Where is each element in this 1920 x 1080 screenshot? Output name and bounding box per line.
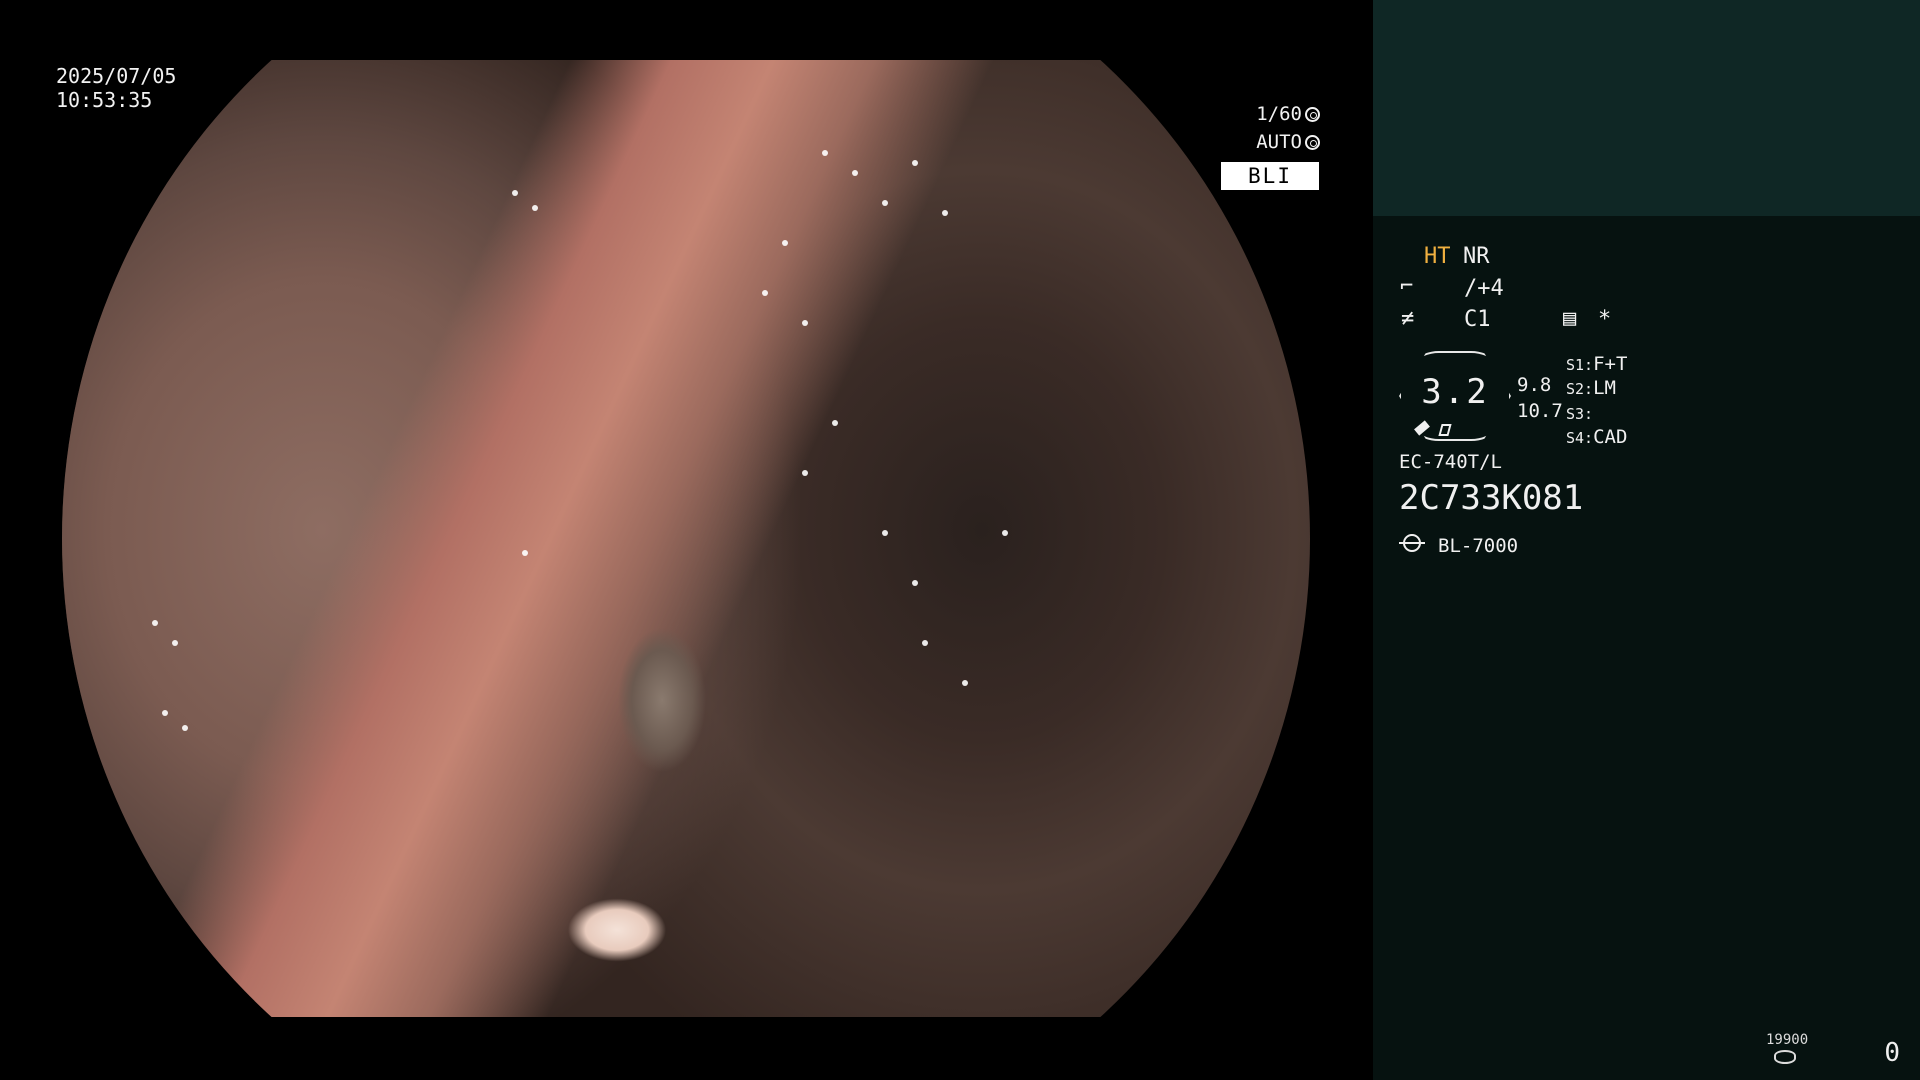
scope-serial: 2C733K081 bbox=[1399, 478, 1584, 518]
switch-4: S4:CAD bbox=[1566, 423, 1627, 452]
time: 10:53:35 bbox=[56, 88, 153, 112]
iris-icon bbox=[1305, 134, 1320, 150]
switch-value: F+T bbox=[1593, 353, 1628, 375]
light-source: BL-7000 bbox=[1438, 535, 1519, 557]
memo-icon: ▤ bbox=[1563, 306, 1577, 331]
date: 2025/07/05 bbox=[56, 64, 177, 88]
zoom-value: 3.2 bbox=[1421, 372, 1489, 412]
switch-key: S4: bbox=[1566, 429, 1594, 447]
ht-indicator: HT bbox=[1424, 244, 1451, 269]
structure-enhance-icon: ⌐ bbox=[1400, 274, 1414, 299]
color-enhance-icon: ≠ bbox=[1401, 306, 1415, 331]
asterisk-indicator: * bbox=[1598, 307, 1612, 332]
nr-indicator: NR bbox=[1463, 244, 1490, 269]
imaging-mode-badge: BLI bbox=[1221, 162, 1319, 190]
switch-value: CAD bbox=[1593, 426, 1628, 448]
endoscopic-image bbox=[62, 60, 1310, 1017]
iris-mode: AUTO bbox=[1256, 131, 1302, 153]
counter-label: 19900 bbox=[1766, 1032, 1809, 1048]
switch-value: LM bbox=[1593, 377, 1616, 399]
light-source-icon bbox=[1399, 534, 1425, 552]
structure-enhance-value: /+4 bbox=[1464, 276, 1504, 301]
switch-key: S1: bbox=[1566, 356, 1594, 374]
endoscope-view: 2025/07/05 10:53:35 1/60 AUTO BLI bbox=[0, 0, 1372, 1080]
shutter-speed: 1/60 bbox=[1256, 103, 1302, 125]
scale-top: 9.8 bbox=[1517, 374, 1552, 396]
shutter-icon bbox=[1305, 106, 1320, 122]
counter-value: 0 bbox=[1884, 1038, 1900, 1068]
date-time: 2025/07/05 10:53:35 bbox=[56, 64, 176, 112]
exposure-info: 1/60 AUTO bbox=[1256, 100, 1320, 156]
switch-key: S3: bbox=[1566, 405, 1594, 423]
storage-icon bbox=[1774, 1050, 1796, 1064]
panel-header-area bbox=[1373, 0, 1920, 216]
color-enhance-value: C1 bbox=[1464, 307, 1491, 332]
scale-bottom: 10.7 bbox=[1517, 400, 1563, 422]
scope-model: EC-740T/L bbox=[1399, 451, 1502, 473]
switch-key: S2: bbox=[1566, 380, 1594, 398]
